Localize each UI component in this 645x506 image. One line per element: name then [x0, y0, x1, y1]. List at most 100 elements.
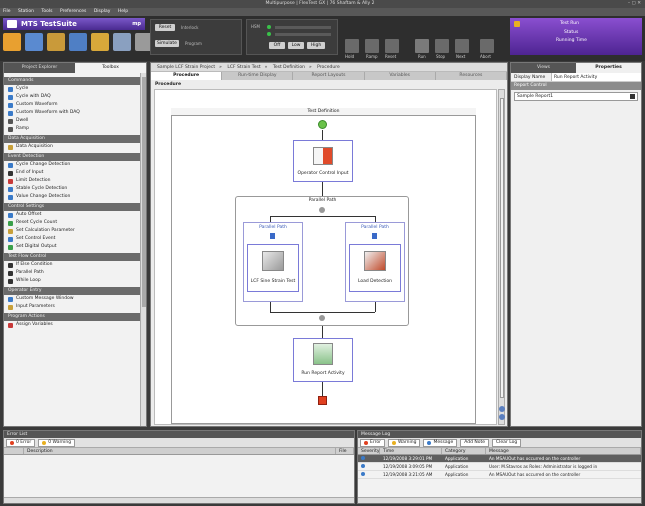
errors-filter-button[interactable]: 0 Error	[6, 438, 36, 447]
toolbox-item[interactable]: While Loop	[4, 277, 141, 285]
open-folder-icon[interactable]	[3, 33, 21, 51]
warning-filter-button[interactable]: Warning	[387, 438, 421, 447]
warnings-filter-button[interactable]: 0 Warning	[38, 438, 76, 447]
start-node-icon[interactable]	[318, 120, 327, 129]
zoom-in-icon[interactable]	[499, 406, 505, 412]
breadcrumb-project[interactable]: Sample LCF Strain Project	[157, 65, 215, 70]
category-commands[interactable]: Commands	[4, 77, 141, 85]
save-icon[interactable]	[113, 33, 131, 51]
category-program-actions[interactable]: Program Actions	[4, 313, 141, 321]
run-icon[interactable]	[415, 39, 429, 53]
toolbox-item[interactable]: Cycle	[4, 85, 141, 93]
tab-toolbox[interactable]: Toolbox	[75, 63, 146, 73]
open-test-icon[interactable]	[47, 33, 65, 51]
tab-runtime-display[interactable]: Run-time Display	[222, 72, 294, 80]
zoom-out-icon[interactable]	[499, 414, 505, 420]
message-filter-button[interactable]: Message	[423, 438, 458, 447]
new-test-icon[interactable]	[69, 33, 87, 51]
test-run-icon[interactable]	[91, 33, 109, 51]
delete-icon[interactable]	[630, 94, 635, 99]
display-name-field[interactable]: Run Report Activity	[551, 73, 641, 81]
toolbox-item[interactable]: Custom Message Window	[4, 295, 141, 303]
stop-node-icon[interactable]	[318, 396, 327, 405]
simulate-button[interactable]: Simulate	[155, 40, 179, 47]
report-select[interactable]: Sample Report1	[514, 92, 638, 101]
menu-station[interactable]: Station	[18, 9, 34, 14]
report-control-section[interactable]: Report Control	[511, 82, 641, 90]
toolbox-item[interactable]: Ramp	[4, 125, 141, 133]
category-event-detection[interactable]: Event Detection	[4, 153, 141, 161]
operator-control-input-node[interactable]: Operator Control Input	[293, 140, 353, 182]
scrollbar-thumb[interactable]	[500, 98, 504, 398]
toolbox-item[interactable]: Set Calculation Parameter	[4, 227, 141, 235]
tab-variables[interactable]: Variables	[365, 72, 436, 80]
message-log-scrollbar[interactable]	[358, 497, 641, 503]
abort-icon[interactable]	[480, 39, 494, 53]
toolbox-item[interactable]: Auto Offset	[4, 211, 141, 219]
tab-project-explorer[interactable]: Project Explorer	[4, 63, 75, 73]
stop-icon[interactable]	[435, 39, 449, 53]
table-row[interactable]: 12/19/2008 3:21:05 AM Application An MSA…	[358, 471, 641, 479]
procedure-canvas[interactable]: Test Definition Operator Control Input P…	[154, 89, 497, 425]
menu-file[interactable]: File	[3, 9, 11, 14]
tab-views[interactable]: Views	[511, 63, 576, 73]
column-time[interactable]: Time	[380, 448, 442, 454]
high-button[interactable]: High	[307, 42, 325, 49]
toolbox-item[interactable]: Cycle Change Detection	[4, 161, 141, 169]
reset-button[interactable]: Reset	[155, 24, 175, 31]
toolbox-item[interactable]: End of Input	[4, 169, 141, 177]
error-filter-button[interactable]: Error	[360, 438, 385, 447]
tab-resources[interactable]: Resources	[436, 72, 508, 80]
run-report-activity-node[interactable]: Run Report Activity	[293, 338, 353, 382]
ramp-icon[interactable]	[365, 39, 379, 53]
hold-icon[interactable]	[345, 39, 359, 53]
column-file[interactable]: File	[336, 448, 354, 454]
tab-properties[interactable]: Properties	[576, 63, 641, 73]
tab-report-layouts[interactable]: Report Layouts	[293, 72, 365, 80]
table-row[interactable]: 12/19/2008 3:29:01 PM Application An MSA…	[358, 455, 641, 463]
category-operator-entry[interactable]: Operator Entry	[4, 287, 141, 295]
category-data-acquisition[interactable]: Data Acquisition	[4, 135, 141, 143]
toolbox-item[interactable]: Value Change Detection	[4, 193, 141, 201]
toolbox-item[interactable]: Stable Cycle Detection	[4, 185, 141, 193]
column-category[interactable]: Category	[442, 448, 486, 454]
low-button[interactable]: Low	[288, 42, 304, 49]
toolbox-item[interactable]: Input Parameters	[4, 303, 141, 311]
lcf-sine-strain-test-node[interactable]: LCF Sine Strain Test	[247, 244, 299, 292]
toolbox-item[interactable]: Data Acquisition	[4, 143, 141, 151]
toolbox-item[interactable]: Set Control Event	[4, 235, 141, 243]
load-detection-node[interactable]: Load Detection	[349, 244, 401, 292]
toolbox-item[interactable]: If Else Condition	[4, 261, 141, 269]
breadcrumb-definition[interactable]: Test Definition	[273, 65, 305, 70]
toolbox-item[interactable]: Custom Waveform	[4, 101, 141, 109]
menu-help[interactable]: Help	[118, 9, 128, 14]
toolbox-item[interactable]: Parallel Path	[4, 269, 141, 277]
scrollbar-thumb[interactable]	[142, 77, 146, 307]
toolbox-item[interactable]: Custom Waveform with DAQ	[4, 109, 141, 117]
menu-preferences[interactable]: Preferences	[60, 9, 86, 14]
toolbox-item[interactable]: Limit Detection	[4, 177, 141, 185]
toolbox-item[interactable]: Cycle with DAQ	[4, 93, 141, 101]
breadcrumb-procedure[interactable]: Procedure	[317, 65, 340, 70]
clear-log-button[interactable]: Clear Log	[492, 438, 522, 447]
column-description[interactable]: Description	[24, 448, 336, 454]
toolbox-item[interactable]: Dwell	[4, 117, 141, 125]
table-row[interactable]: 12/19/2008 3:09:05 PM Application User: …	[358, 463, 641, 471]
reset-icon[interactable]	[385, 39, 399, 53]
toolbox-item[interactable]: Assign Variables	[4, 321, 141, 329]
breadcrumb-test[interactable]: LCF Strain Test	[227, 65, 260, 70]
category-test-flow-control[interactable]: Test Flow Control	[4, 253, 141, 261]
menu-display[interactable]: Display	[94, 9, 111, 14]
menu-tools[interactable]: Tools	[41, 9, 52, 14]
tab-procedure[interactable]: Procedure	[151, 72, 223, 80]
canvas-scrollbar[interactable]	[498, 89, 505, 425]
add-note-button[interactable]: Add Note	[460, 438, 490, 447]
off-button[interactable]: Off	[269, 42, 285, 49]
toolbox-scrollbar[interactable]	[140, 73, 146, 426]
column-severity[interactable]: Severity	[358, 448, 380, 454]
toolbox-item[interactable]: Set Digital Output	[4, 243, 141, 251]
window-controls[interactable]: – ▢ ✕	[628, 0, 641, 8]
new-project-icon[interactable]	[25, 33, 43, 51]
error-list-scrollbar[interactable]	[4, 497, 354, 503]
toolbox-item[interactable]: Reset Cycle Count	[4, 219, 141, 227]
